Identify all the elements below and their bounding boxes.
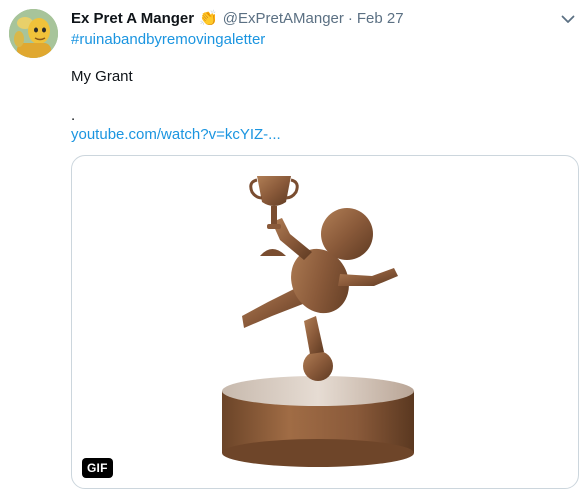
tweet-text-line: . bbox=[71, 107, 76, 124]
tweet-text-line: My Grant bbox=[71, 68, 133, 85]
hashtag-link[interactable]: #ruinabandbyremovingaletter bbox=[71, 30, 265, 50]
display-name[interactable]: Ex Pret A Manger bbox=[71, 9, 194, 29]
tweet[interactable]: Ex Pret A Manger 👏 @ExPretAManger · Feb … bbox=[0, 0, 588, 503]
tweet-timestamp[interactable]: Feb 27 bbox=[357, 9, 404, 29]
gif-media[interactable]: GIF bbox=[71, 155, 579, 489]
avatar[interactable] bbox=[9, 9, 58, 58]
youtube-link[interactable]: youtube.com/watch?v=kcYIZ-... bbox=[71, 125, 281, 145]
user-handle[interactable]: @ExPretAManger bbox=[223, 9, 344, 29]
bronze-trophy-figure-icon bbox=[222, 176, 414, 467]
more-options-chevron-icon[interactable] bbox=[556, 7, 580, 31]
gif-badge: GIF bbox=[82, 458, 113, 478]
separator-dot: · bbox=[347, 10, 353, 27]
clapping-hands-emoji-icon: 👏 bbox=[199, 10, 218, 27]
tweet-header: Ex Pret A Manger 👏 @ExPretAManger · Feb … bbox=[71, 9, 404, 29]
